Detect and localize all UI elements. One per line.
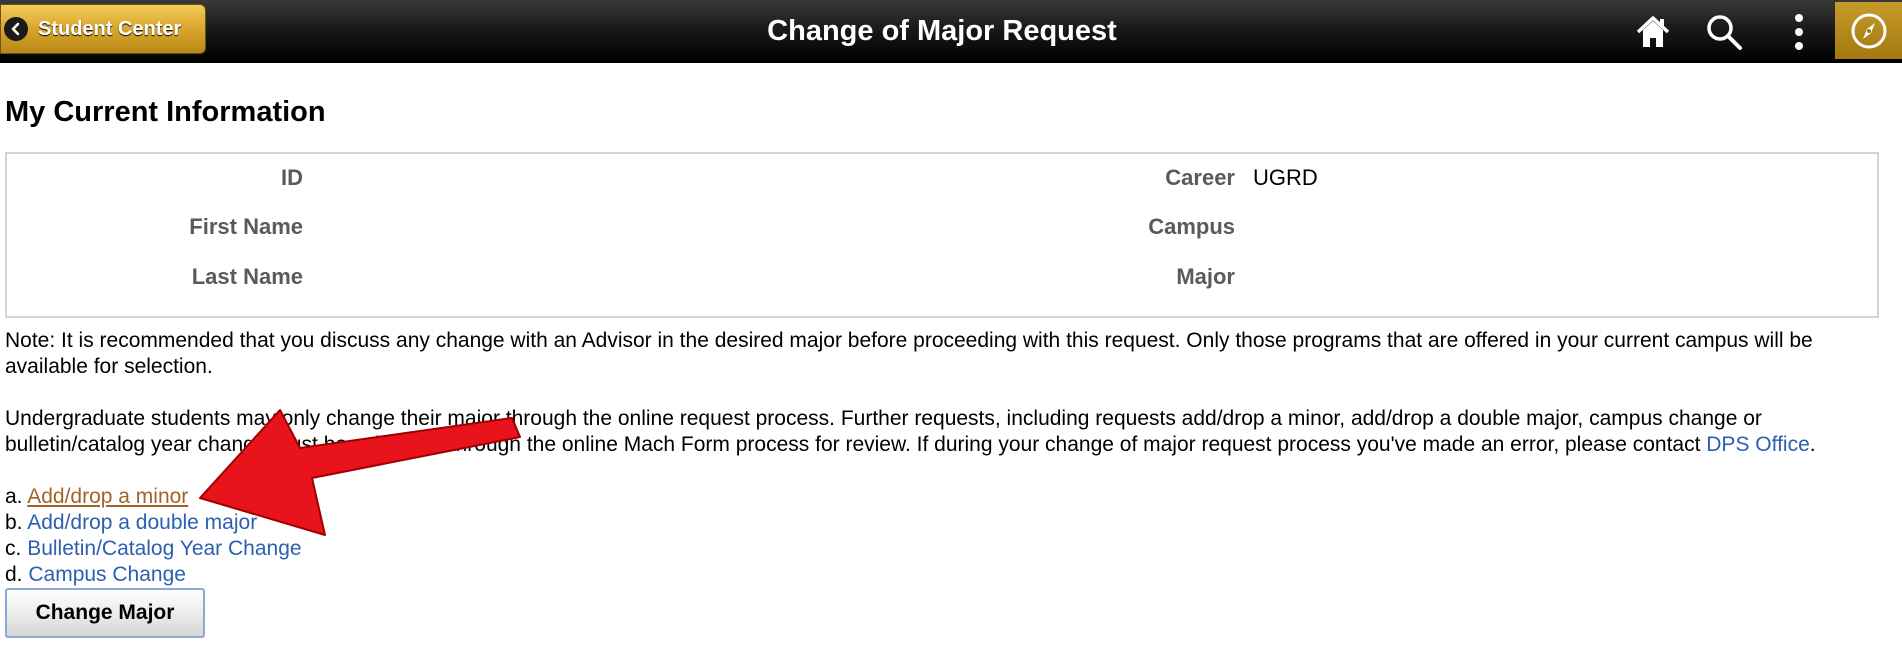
section-title: My Current Information [5, 96, 326, 128]
campus-label: Campus [1148, 214, 1235, 239]
more-vertical-icon[interactable] [1779, 12, 1819, 52]
instructions-paragraph: Undergraduate students may only change t… [5, 406, 1885, 458]
bulletin-catalog-change-link[interactable]: Bulletin/Catalog Year Change [27, 537, 301, 560]
page-title: Change of Major Request [767, 15, 1117, 47]
home-icon[interactable] [1633, 12, 1673, 52]
search-icon[interactable] [1704, 12, 1744, 52]
instructions-text: Undergraduate students may only change t… [5, 407, 1762, 456]
campus-change-link[interactable]: Campus Change [28, 563, 186, 586]
current-info-panel: ID First Name Last Name Career UGRD Camp… [5, 152, 1879, 318]
top-bar: Student Center Change of Major Request [0, 0, 1902, 63]
option-prefix: b. [5, 511, 23, 534]
list-item: c. Bulletin/Catalog Year Change [5, 536, 302, 562]
first-name-label: First Name [189, 214, 303, 239]
option-prefix: c. [5, 537, 22, 560]
add-drop-double-major-link[interactable]: Add/drop a double major [27, 511, 257, 534]
instructions-end: . [1809, 433, 1816, 456]
option-prefix: d. [5, 563, 23, 586]
id-label: ID [281, 165, 303, 190]
career-value: UGRD [1253, 165, 1318, 190]
list-item: b. Add/drop a double major [5, 510, 302, 536]
compass-icon[interactable] [1835, 2, 1902, 59]
major-label: Major [1176, 264, 1235, 289]
list-item: d. Campus Change [5, 562, 302, 588]
career-label: Career [1165, 165, 1235, 190]
dps-office-link[interactable]: DPS Office [1706, 433, 1809, 456]
list-item: a. Add/drop a minor [5, 484, 302, 510]
change-major-button[interactable]: Change Major [5, 588, 205, 638]
last-name-label: Last Name [191, 264, 303, 289]
add-drop-minor-link[interactable]: Add/drop a minor [27, 485, 188, 508]
advisor-note: Note: It is recommended that you discuss… [5, 329, 1813, 378]
request-options-list: a. Add/drop a minor b. Add/drop a double… [5, 484, 302, 588]
option-prefix: a. [5, 485, 23, 508]
